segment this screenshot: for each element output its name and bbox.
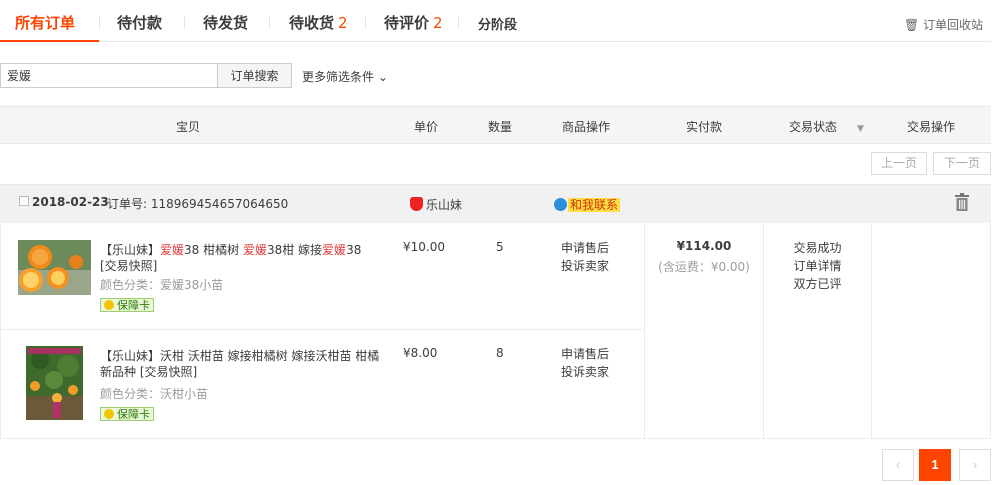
next-page-button[interactable]: 下一页: [933, 152, 991, 175]
col-trade-ops: 交易操作: [907, 120, 956, 134]
tab-divider: [99, 16, 100, 29]
more-filters-toggle[interactable]: 更多筛选条件 ⌄: [302, 68, 388, 85]
product-title-link[interactable]: 【乐山妹】沃柑 沃柑苗 嫁接柑橘树 嫁接沃柑苗 柑橘新品种 [交易快照]: [100, 348, 380, 380]
tab-pending-payment[interactable]: 待付款: [117, 12, 162, 33]
tab-pending-shipment[interactable]: 待发货: [203, 12, 248, 33]
request-after-sales-link[interactable]: 申请售后: [561, 239, 609, 257]
order-search-button[interactable]: 订单搜索: [217, 63, 292, 88]
complain-seller-link[interactable]: 投诉卖家: [561, 363, 609, 381]
tab-divider: [184, 16, 185, 29]
col-item-ops: 商品操作: [562, 120, 611, 134]
order-date: 2018-02-23: [32, 195, 109, 209]
next-page-arrow[interactable]: ›: [959, 449, 991, 481]
order-search-input[interactable]: [0, 63, 218, 88]
shipping-fee: (含运费：¥0.00): [658, 260, 750, 274]
column-divider: [644, 223, 645, 439]
tab-all-orders[interactable]: 所有订单: [15, 12, 75, 33]
col-status: 交易状态: [789, 120, 838, 134]
guarantee-card-badge[interactable]: 保障卡: [100, 298, 154, 312]
tab-count: 2: [433, 14, 443, 32]
chat-icon: [554, 198, 567, 211]
quantity: 8: [496, 346, 504, 360]
column-divider: [871, 223, 872, 439]
status-filter[interactable]: 交易状态 ▼: [789, 118, 864, 135]
col-paid: 实付款: [686, 120, 723, 134]
page-number-current[interactable]: 1: [919, 449, 951, 481]
row-divider: [0, 329, 644, 330]
product-thumbnail-aiyuan[interactable]: [18, 240, 91, 295]
col-unit-price: 单价: [414, 120, 439, 134]
order-total: ¥114.00: [676, 239, 732, 253]
chevron-down-icon: ▼: [857, 124, 864, 134]
product-title-link[interactable]: 【乐山妹】爱媛38 柑橘树 爱媛38柑 嫁接爱媛38 [交易快照]: [100, 242, 380, 274]
product-spec: 颜色分类：沃柑小苗: [100, 387, 209, 401]
guarantee-card-badge[interactable]: 保障卡: [100, 407, 154, 421]
tab-divider: [365, 16, 366, 29]
order-number: 订单号: 118969454657064650: [107, 197, 289, 211]
tab-installments[interactable]: 分阶段: [478, 14, 517, 33]
order-checkbox[interactable]: [19, 196, 29, 206]
review-status-link[interactable]: 双方已评: [764, 275, 871, 293]
shop-link[interactable]: 乐山妹: [410, 196, 462, 213]
request-after-sales-link[interactable]: 申请售后: [561, 345, 609, 363]
quantity: 5: [496, 240, 504, 254]
col-item: 宝贝: [176, 120, 201, 134]
tab-pending-receipt[interactable]: 待收货 2: [289, 12, 348, 33]
delete-order-icon[interactable]: [954, 193, 970, 211]
order-details-link[interactable]: 订单详情: [764, 257, 871, 275]
table-header: 宝贝 单价 数量 商品操作 实付款 交易状态 ▼ 交易操作: [0, 106, 991, 144]
recycle-bin-link[interactable]: 🗑 订单回收站: [904, 16, 983, 33]
shop-icon: [410, 197, 423, 211]
trade-status: 交易成功: [793, 241, 842, 255]
product-spec: 颜色分类：爱媛38小苗: [100, 278, 224, 292]
product-thumbnail-wogan[interactable]: [26, 346, 83, 420]
tab-count: 2: [338, 14, 348, 32]
order-tabs: 所有订单 待付款 待发货 待收货 2 待评价 2 分阶段 🗑 订单回收站: [0, 0, 991, 42]
prev-page-button[interactable]: 上一页: [871, 152, 927, 175]
unit-price: ¥10.00: [403, 240, 445, 254]
active-tab-indicator: [0, 40, 99, 42]
contact-seller-button[interactable]: 和我联系: [554, 196, 621, 213]
complain-seller-link[interactable]: 投诉卖家: [561, 257, 609, 275]
tab-divider: [458, 16, 459, 29]
col-quantity: 数量: [488, 120, 513, 134]
contact-label: 和我联系: [568, 198, 621, 212]
tab-divider: [269, 16, 270, 29]
shop-name: 乐山妹: [426, 198, 463, 212]
tab-pending-review[interactable]: 待评价 2: [384, 12, 443, 33]
tab-label: 待收货: [289, 14, 335, 32]
prev-page-arrow[interactable]: ‹: [882, 449, 914, 481]
unit-price: ¥8.00: [403, 346, 438, 360]
tab-label: 待评价: [384, 14, 430, 32]
